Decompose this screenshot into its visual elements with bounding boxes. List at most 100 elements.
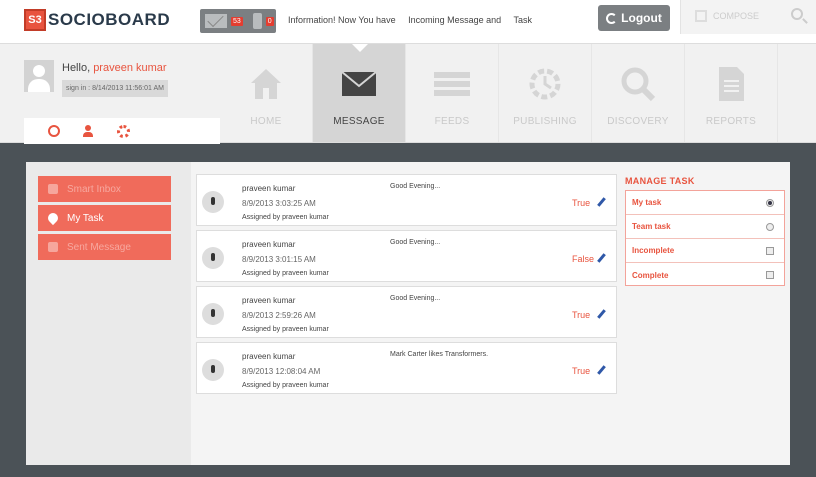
radio-button[interactable]: [766, 223, 774, 231]
feeds-icon: [434, 72, 470, 96]
task-user: praveen kumar: [242, 296, 296, 305]
task-assigned-by: Assigned by praveen kumar: [242, 382, 329, 389]
task-assigned-by: Assigned by praveen kumar: [242, 326, 329, 333]
search-icon: [621, 67, 656, 102]
signin-time: sign in : 8/14/2013 11:56:01 AM: [62, 80, 168, 97]
user-name[interactable]: praveen kumar: [93, 62, 166, 74]
sidebar-item-sent-message[interactable]: Sent Message: [38, 234, 171, 260]
avatar: [202, 191, 224, 213]
main-nav: HOME MESSAGE FEEDS PUBLISHING DISCOVERY …: [220, 44, 778, 142]
greeting-text: Hello,: [62, 62, 91, 74]
filter-label: Incomplete: [632, 246, 675, 255]
greeting: Hello, praveen kumar: [62, 62, 167, 74]
task-user: praveen kumar: [242, 352, 296, 361]
chat-icon: [48, 184, 58, 194]
logo-text: SOCIOBOARD: [48, 10, 171, 29]
task-user: praveen kumar: [242, 184, 296, 193]
task-message: Mark Carter likes Transformers.: [390, 351, 489, 358]
publishing-icon: [529, 68, 561, 100]
users-button[interactable]: [71, 118, 106, 144]
add-circle-icon: [47, 125, 60, 137]
tab-label: HOME: [250, 116, 282, 127]
tab-feeds[interactable]: FEEDS: [406, 44, 499, 142]
logout-label: Logout: [621, 11, 662, 25]
task-status: True: [572, 198, 591, 208]
tab-label: MESSAGE: [333, 116, 385, 127]
logout-icon: [606, 12, 618, 24]
task-assigned-by: Assigned by praveen kumar: [242, 270, 329, 277]
filter-team-task[interactable]: Team task: [626, 215, 784, 239]
manage-task-title: MANAGE TASK: [625, 176, 695, 186]
logo[interactable]: S3 SOCIOBOARD: [24, 9, 170, 31]
task-assigned-by: Assigned by praveen kumar: [242, 214, 329, 221]
radio-button[interactable]: [766, 199, 774, 207]
filter-label: My task: [632, 198, 662, 207]
filter-label: Complete: [632, 270, 669, 280]
compose-button[interactable]: COMPOSE: [713, 11, 759, 21]
pencil-icon[interactable]: [597, 309, 606, 319]
task-user: praveen kumar: [242, 240, 296, 249]
sidebar-item-my-task[interactable]: My Task: [38, 205, 171, 231]
tab-reports[interactable]: REPORTS: [685, 44, 778, 142]
filter-complete[interactable]: Complete: [626, 263, 784, 287]
notification-tray[interactable]: 53 0: [200, 9, 276, 33]
avatar: [202, 359, 224, 381]
pencil-icon[interactable]: [597, 365, 606, 375]
checkbox[interactable]: [766, 271, 774, 279]
document-icon: [719, 67, 744, 101]
pencil-icon[interactable]: [597, 197, 606, 207]
compose-area: COMPOSE: [680, 0, 816, 34]
message-sidebar: Smart Inbox My Task Sent Message: [26, 162, 191, 465]
search-icon[interactable]: [791, 8, 803, 20]
list-item[interactable]: praveen kumar 8/9/2013 2:59:26 AM Assign…: [196, 286, 617, 338]
tab-message[interactable]: MESSAGE: [313, 44, 406, 142]
avatar[interactable]: [24, 60, 54, 92]
tab-label: FEEDS: [434, 116, 470, 127]
settings-button[interactable]: [106, 118, 141, 144]
filter-label: Team task: [632, 222, 671, 231]
tab-discovery[interactable]: DISCOVERY: [592, 44, 685, 142]
task-date: 8/9/2013 12:08:04 AM: [242, 367, 321, 376]
list-item[interactable]: praveen kumar 8/9/2013 12:08:04 AM Assig…: [196, 342, 617, 394]
tab-label: PUBLISHING: [513, 116, 577, 127]
sidebar-item-label: My Task: [67, 212, 104, 224]
task-date: 8/9/2013 2:59:26 AM: [242, 311, 316, 320]
tab-publishing[interactable]: PUBLISHING: [499, 44, 592, 142]
profile-tools: [24, 118, 220, 144]
sidebar-item-smart-inbox[interactable]: Smart Inbox: [38, 176, 171, 202]
gear-icon: [117, 124, 130, 138]
avatar: [202, 303, 224, 325]
task-list: praveen kumar 8/9/2013 3:03:25 AM Assign…: [191, 162, 619, 465]
filter-incomplete[interactable]: Incomplete: [626, 239, 784, 263]
main-content: Smart Inbox My Task Sent Message praveen…: [26, 162, 790, 465]
manage-task-panel: MANAGE TASK My task Team task Incomplete…: [625, 162, 790, 465]
list-item[interactable]: praveen kumar 8/9/2013 3:01:15 AM Assign…: [196, 230, 617, 282]
filter-my-task[interactable]: My task: [626, 191, 784, 215]
logout-button[interactable]: Logout: [598, 5, 670, 31]
mail-icon: [48, 242, 58, 252]
user-icon: [82, 125, 95, 137]
avatar: [202, 247, 224, 269]
nav-area: Hello, praveen kumar sign in : 8/14/2013…: [0, 44, 816, 144]
task-date: 8/9/2013 3:01:15 AM: [242, 255, 316, 264]
tab-label: DISCOVERY: [607, 116, 669, 127]
envelope-icon: [341, 71, 377, 96]
checkbox[interactable]: [766, 247, 774, 255]
compose-icon[interactable]: [695, 10, 707, 22]
phone-count-badge: 0: [265, 16, 274, 26]
envelope-icon[interactable]: [205, 14, 227, 28]
phone-icon[interactable]: [252, 13, 262, 29]
task-date: 8/9/2013 3:03:25 AM: [242, 199, 316, 208]
tab-label: REPORTS: [705, 116, 757, 127]
task-status: True: [572, 366, 591, 376]
add-profile-button[interactable]: [36, 118, 71, 144]
task-status: True: [572, 310, 591, 320]
sidebar-item-label: Smart Inbox: [67, 183, 121, 195]
task-message: Good Evening...: [390, 239, 441, 246]
task-message: Good Evening...: [390, 183, 441, 190]
list-item[interactable]: praveen kumar 8/9/2013 3:03:25 AM Assign…: [196, 174, 617, 226]
sidebar-item-label: Sent Message: [67, 241, 131, 253]
tab-home[interactable]: HOME: [220, 44, 313, 142]
pencil-icon[interactable]: [597, 253, 606, 263]
task-status: False: [572, 254, 595, 264]
